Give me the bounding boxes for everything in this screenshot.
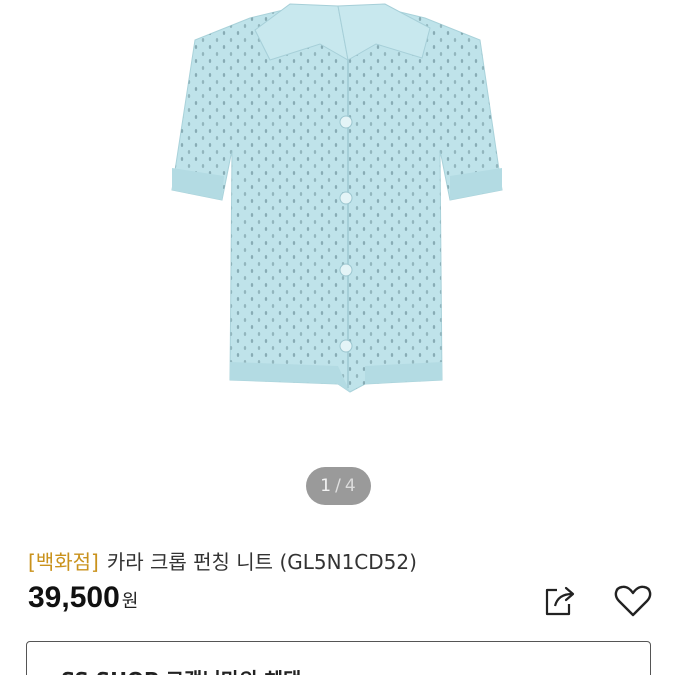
price-value: 39,500 bbox=[28, 581, 120, 614]
image-page-indicator: 1 / 4 bbox=[306, 467, 371, 505]
share-icon bbox=[545, 586, 575, 616]
product-title: [백화점] 카라 크롭 펀칭 니트 (GL5N1CD52) bbox=[28, 545, 417, 575]
share-button[interactable] bbox=[541, 584, 577, 618]
member-benefit-box[interactable]: SS SHOP 고객님만의 혜택 bbox=[26, 641, 651, 675]
store-tag: [백화점] bbox=[28, 549, 99, 574]
product-image bbox=[171, 3, 503, 393]
heart-icon bbox=[614, 585, 652, 617]
benefit-label: SS SHOP 고객님만의 혜택 bbox=[61, 664, 301, 675]
current-page: 1 bbox=[320, 476, 333, 496]
product-name: 카라 크롭 펀칭 니트 (GL5N1CD52) bbox=[106, 549, 417, 574]
price-unit: 원 bbox=[121, 591, 139, 612]
total-pages: 4 bbox=[344, 476, 357, 496]
like-button[interactable] bbox=[613, 584, 653, 618]
page-separator: / bbox=[335, 476, 342, 496]
product-price: 39,500 원 bbox=[28, 581, 138, 621]
product-image-carousel[interactable] bbox=[0, 0, 675, 530]
